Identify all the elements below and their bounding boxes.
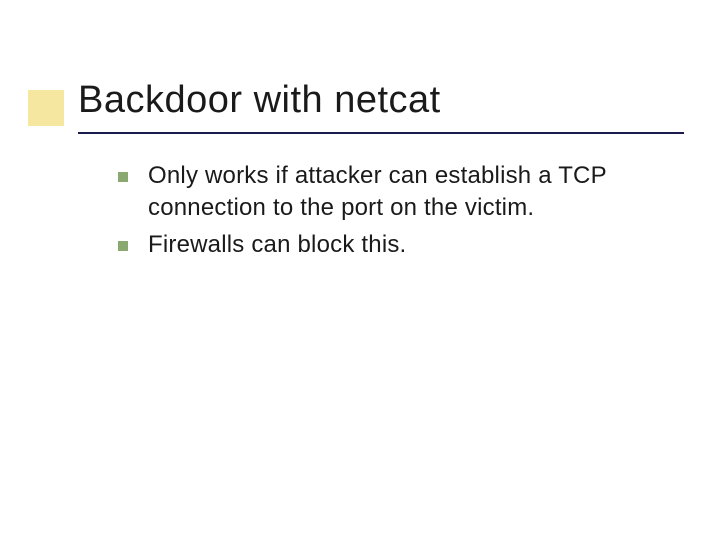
list-item: Firewalls can block this. xyxy=(118,229,696,261)
bullet-text: Firewalls can block this. xyxy=(148,229,406,261)
square-bullet-icon xyxy=(118,241,128,251)
title-accent-box xyxy=(28,90,64,126)
slide: Backdoor with netcat Only works if attac… xyxy=(0,0,720,540)
square-bullet-icon xyxy=(118,172,128,182)
title-underline xyxy=(78,132,684,134)
body-content: Only works if attacker can establish a T… xyxy=(118,160,696,265)
list-item: Only works if attacker can establish a T… xyxy=(118,160,696,225)
title-container: Backdoor with netcat xyxy=(78,80,690,128)
slide-title: Backdoor with netcat xyxy=(78,80,690,122)
bullet-text: Only works if attacker can establish a T… xyxy=(148,160,696,225)
